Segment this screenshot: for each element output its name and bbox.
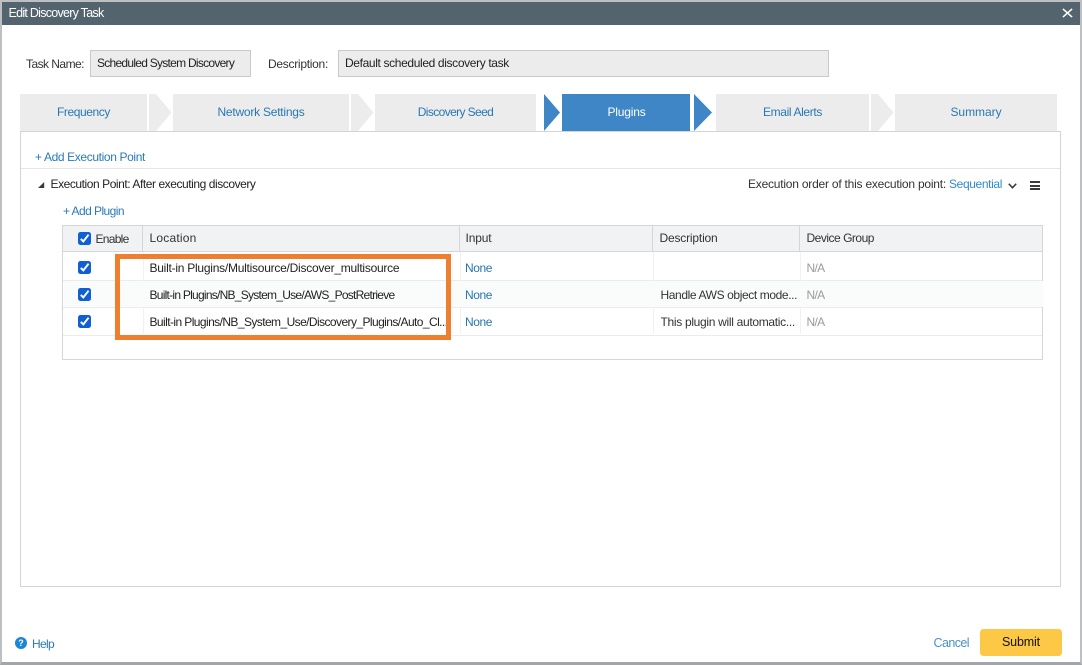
svg-text:?: ? bbox=[18, 638, 24, 648]
